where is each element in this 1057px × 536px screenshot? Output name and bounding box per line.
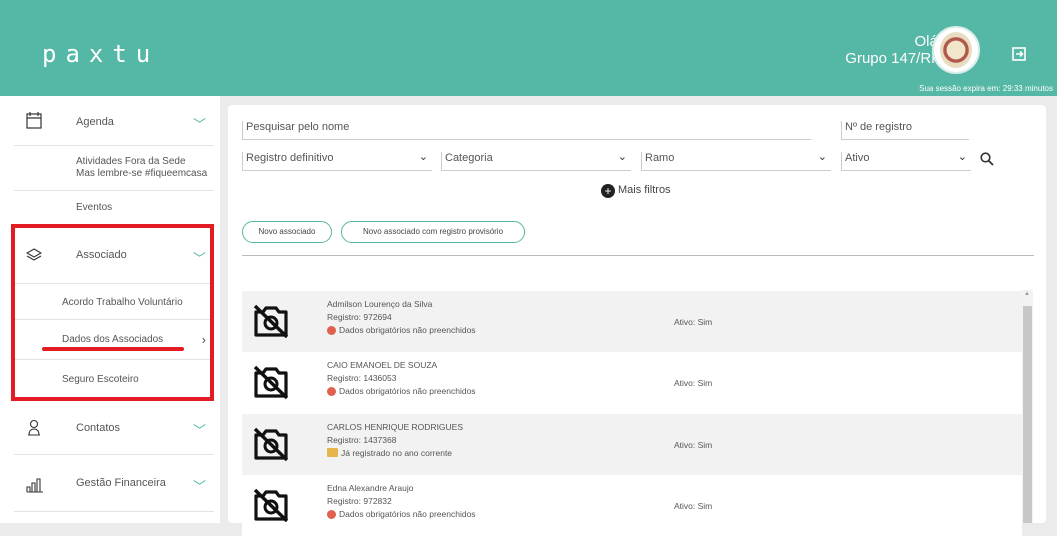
member-registro: Registro: 972694	[327, 312, 392, 322]
member-name: CARLOS HENRIQUE RODRIGUES	[327, 422, 464, 432]
categoria-select[interactable]: Categoria ⌄	[441, 151, 631, 171]
new-associate-button[interactable]: Novo associado	[242, 221, 332, 243]
registro-definitivo-select[interactable]: Registro definitivo ⌄	[242, 151, 432, 171]
member-status: Dados obrigatórios não preenchidos	[327, 386, 476, 396]
member-name: Admilson Lourenço da Silva	[327, 299, 433, 309]
select-value: Registro definitivo	[246, 152, 334, 164]
greeting-group: Grupo 147/RN	[845, 50, 942, 67]
chevron-down-icon: ﹀	[192, 423, 206, 438]
member-row[interactable]: Edna Alexandre Araujo Registro: 972832 Dad…	[242, 475, 1022, 536]
member-status-text: Dados obrigatórios não preenchidos	[339, 386, 476, 396]
more-filters-button[interactable]: + Mais filtros	[601, 184, 671, 198]
select-value: Ramo	[645, 152, 675, 164]
no-photo-icon	[252, 487, 290, 523]
member-active: Ativo: Sim	[674, 317, 713, 327]
sidebar-item-label: Contatos	[76, 422, 121, 434]
member-status: Dados obrigatórios não preenchidos	[327, 325, 476, 335]
registro-number-input[interactable]: Nº de registro	[841, 121, 969, 140]
member-registro: Registro: 972832	[327, 496, 392, 506]
member-active: Ativo: Sim	[674, 440, 713, 450]
warning-icon	[327, 387, 336, 396]
ativo-select[interactable]: Ativo ⌄	[841, 151, 971, 171]
member-row[interactable]: CAIO EMANOEL DE SOUZA Registro: 1436053 Da…	[242, 352, 1022, 413]
chevron-down-icon: ⌄	[957, 151, 967, 163]
member-name: CAIO EMANOEL DE SOUZA	[327, 360, 438, 370]
search-icon[interactable]	[980, 152, 994, 171]
sidebar-item-atividades[interactable]: Atividades Fora da Sede Mas lembre-se #f…	[14, 146, 214, 191]
no-photo-icon	[252, 303, 290, 339]
avatar[interactable]	[932, 26, 980, 74]
session-timer: Sua sessão expira em: 29:33 minutos	[919, 84, 1053, 93]
more-filters-label: Mais filtros	[618, 184, 671, 196]
sidebar-item-eventos[interactable]: Eventos	[14, 191, 214, 227]
new-provisional-associate-button[interactable]: Novo associado com registro provisório	[341, 221, 525, 243]
member-registro: Registro: 1436053	[327, 373, 397, 383]
select-value: Categoria	[445, 152, 493, 164]
logout-icon[interactable]	[1012, 47, 1026, 66]
chevron-down-icon: ﹀	[192, 479, 206, 494]
sidebar-item-label: Gestão Financeira	[76, 477, 166, 489]
no-photo-icon	[252, 426, 290, 462]
scrollbar-thumb[interactable]	[1023, 306, 1032, 523]
member-status-text: Dados obrigatórios não preenchidos	[339, 509, 476, 519]
divider	[242, 255, 1034, 256]
atividades-line2: Mas lembre-se #fiqueemcasa	[76, 168, 208, 179]
sidebar-item-agenda[interactable]: Agenda ﹀	[14, 96, 214, 146]
member-row[interactable]: CARLOS HENRIQUE RODRIGUES Registro: 14373…	[242, 414, 1022, 475]
chevron-down-icon: ⌄	[418, 151, 428, 163]
member-status: Já registrado no ano corrente	[327, 448, 452, 458]
chevron-down-icon: ⌄	[617, 151, 627, 163]
highlight-underline	[42, 347, 184, 351]
contact-icon	[26, 419, 42, 437]
sidebar-item-contatos[interactable]: Contatos ﹀	[14, 400, 214, 455]
member-status-text: Já registrado no ano corrente	[341, 448, 453, 458]
chevron-down-icon: ⌄	[817, 151, 827, 163]
chevron-down-icon: ﹀	[192, 117, 206, 132]
plus-circle-icon: +	[601, 184, 615, 198]
member-active: Ativo: Sim	[674, 501, 713, 511]
atividades-line1: Atividades Fora da Sede	[76, 156, 186, 167]
member-row[interactable]: Admilson Lourenço da Silva Registro: 9726…	[242, 291, 1022, 352]
calendar-icon	[26, 111, 42, 129]
registered-icon	[327, 448, 338, 457]
paxtu-logo[interactable]: paxtu	[42, 40, 159, 68]
search-name-input[interactable]: Pesquisar pelo nome	[242, 121, 811, 140]
member-status: Dados obrigatórios não preenchidos	[327, 509, 476, 519]
member-registro: Registro: 1437368	[327, 435, 397, 445]
warning-icon	[327, 326, 336, 335]
top-header: paxtu Olá, Grupo 147/RN Sua sessão expir…	[0, 0, 1057, 96]
greeting-hello: Olá,	[914, 33, 942, 50]
ramo-select[interactable]: Ramo ⌄	[641, 151, 831, 171]
warning-icon	[327, 510, 336, 519]
no-photo-icon	[252, 364, 290, 400]
member-active: Ativo: Sim	[674, 378, 713, 388]
sidebar-item-label: Eventos	[76, 202, 113, 213]
highlight-frame	[11, 224, 214, 401]
member-name: Edna Alexandre Araujo	[327, 483, 414, 493]
group-seal-icon	[940, 32, 972, 68]
member-status-text: Dados obrigatórios não preenchidos	[339, 325, 476, 335]
user-greeting: Olá, Grupo 147/RN	[845, 33, 942, 67]
scroll-up-arrow[interactable]: ▲	[1024, 291, 1030, 297]
select-value: Ativo	[845, 152, 870, 164]
sidebar-item-label: Agenda	[76, 116, 114, 128]
bar-chart-icon	[26, 477, 43, 495]
sidebar-item-gestao[interactable]: Gestão Financeira ﹀	[14, 455, 214, 512]
